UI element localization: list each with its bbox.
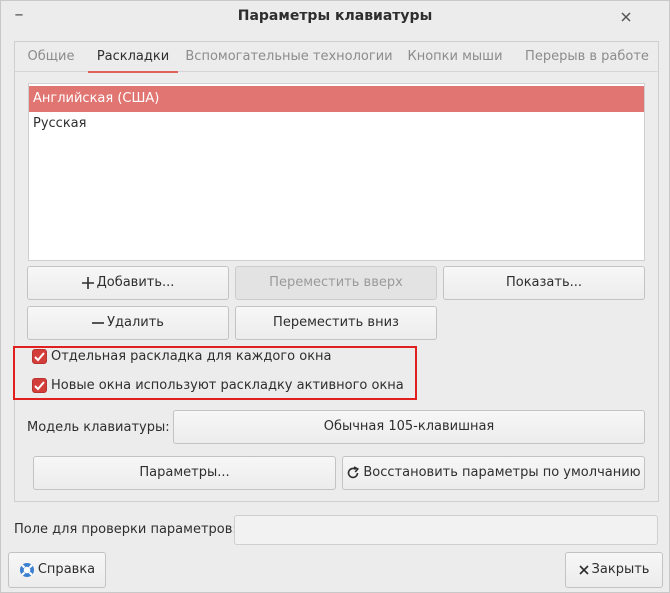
add-layout-label: Добавить... — [96, 275, 175, 290]
move-down-label: Переместить вниз — [273, 315, 399, 330]
move-up-label: Переместить вверх — [269, 275, 403, 290]
test-field-input[interactable] — [234, 515, 658, 545]
move-down-button[interactable]: Переместить вниз — [235, 306, 437, 340]
show-layout-label: Показать... — [505, 275, 583, 290]
list-item[interactable]: Русская — [29, 111, 644, 137]
tab-general[interactable]: Общие — [18, 42, 84, 72]
refresh-icon — [346, 466, 360, 480]
close-label: Закрыть — [591, 562, 650, 577]
keyboard-model-value: Обычная 105-клавишная — [323, 419, 495, 434]
keyboard-model-label: Модель клавиатуры: — [27, 420, 170, 435]
list-item[interactable]: Английская (США) — [29, 86, 644, 112]
keyboard-model-button[interactable]: Обычная 105-клавишная — [173, 410, 645, 444]
show-layout-button[interactable]: Показать... — [443, 266, 645, 300]
remove-layout-label: Удалить — [107, 315, 164, 330]
tab-typing-break[interactable]: Перерыв в работе — [520, 42, 654, 72]
layout-options-label: Параметры... — [139, 465, 230, 480]
reset-defaults-button[interactable]: Восстановить параметры по умолчанию — [342, 456, 645, 490]
tab-bar: Общие Раскладки Вспомогательные технолог… — [15, 42, 658, 73]
close-icon[interactable] — [616, 7, 636, 27]
window-title: Параметры клавиатуры — [237, 8, 433, 24]
remove-layout-button[interactable]: Удалить — [27, 306, 229, 340]
new-windows-label: Новые окна используют раскладку активног… — [51, 378, 404, 393]
minus-icon — [92, 317, 105, 329]
close-x-icon — [578, 565, 589, 575]
title-bar: – Параметры клавиатуры — [1, 1, 669, 33]
help-button[interactable]: Справка — [8, 552, 106, 588]
keyboard-preferences-window: – Параметры клавиатуры Общие Раскладки В… — [0, 0, 670, 593]
layout-options-button[interactable]: Параметры... — [33, 456, 336, 490]
reset-defaults-label: Восстановить параметры по умолчанию — [363, 465, 641, 480]
tab-accessibility[interactable]: Вспомогательные технологии — [185, 42, 393, 72]
plus-icon — [81, 277, 94, 289]
tab-layouts[interactable]: Раскладки — [88, 42, 178, 73]
help-lifebuoy-icon — [19, 562, 35, 578]
help-label: Справка — [37, 562, 96, 577]
separate-layout-label: Отдельная раскладка для каждого окна — [51, 349, 332, 364]
test-field-label: Поле для проверки параметров: — [14, 522, 237, 537]
add-layout-button[interactable]: Добавить... — [27, 266, 229, 300]
separate-layout-checkbox[interactable] — [32, 349, 47, 364]
new-windows-checkbox[interactable] — [32, 378, 47, 393]
layouts-list[interactable]: Английская (США) Русская — [28, 83, 645, 261]
move-up-button[interactable]: Переместить вверх — [235, 266, 437, 300]
tab-mouse-keys[interactable]: Кнопки мыши — [403, 42, 507, 72]
close-button[interactable]: Закрыть — [565, 552, 663, 588]
